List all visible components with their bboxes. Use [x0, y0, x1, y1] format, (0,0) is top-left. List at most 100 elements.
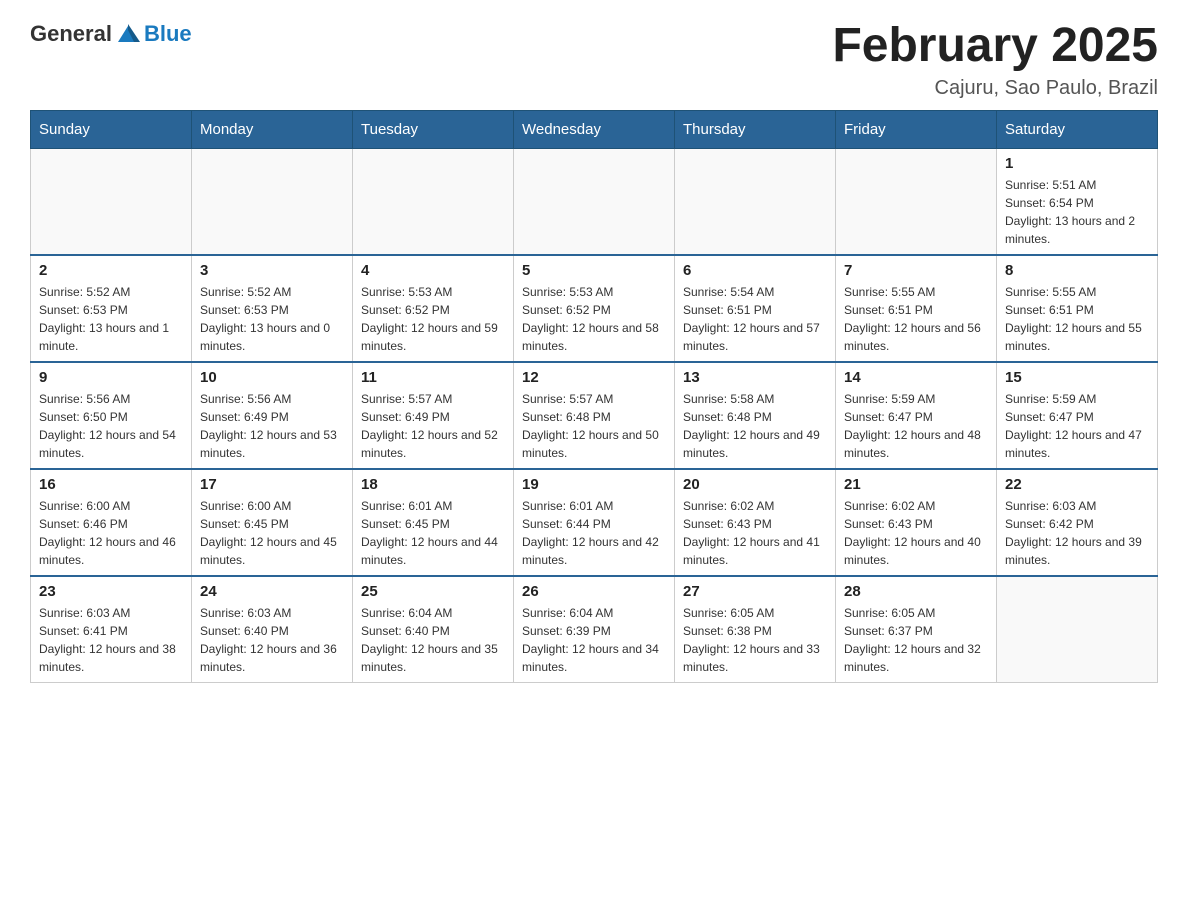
calendar-header-friday: Friday	[836, 110, 997, 148]
day-info: Sunrise: 5:56 AM Sunset: 6:50 PM Dayligh…	[39, 390, 183, 462]
calendar-day: 1 Sunrise: 5:51 AM Sunset: 6:54 PM Daylig…	[997, 148, 1158, 255]
calendar-day: 10 Sunrise: 5:56 AM Sunset: 6:49 PM Dayli…	[192, 362, 353, 469]
day-number: 12	[522, 369, 666, 386]
logo-text-blue: Blue	[144, 21, 192, 47]
calendar-day: 24 Sunrise: 6:03 AM Sunset: 6:40 PM Dayli…	[192, 576, 353, 683]
location: Cajuru, Sao Paulo, Brazil	[832, 77, 1158, 100]
calendar-day: 25Sunrise: 6:04 AM Sunset: 6:40 PM Dayli…	[353, 576, 514, 683]
day-number: 14	[844, 369, 988, 386]
calendar-header-row: SundayMondayTuesdayWednesdayThursdayFrid…	[31, 110, 1158, 148]
day-number: 20	[683, 476, 827, 493]
calendar-day: 28 Sunrise: 6:05 AM Sunset: 6:37 PM Dayli…	[836, 576, 997, 683]
day-info: Sunrise: 5:52 AM Sunset: 6:53 PM Dayligh…	[39, 283, 183, 355]
day-info: Sunrise: 5:57 AM Sunset: 6:48 PM Dayligh…	[522, 390, 666, 462]
day-info: Sunrise: 5:56 AM Sunset: 6:49 PM Dayligh…	[200, 390, 344, 462]
day-info: Sunrise: 6:05 AM Sunset: 6:38 PM Dayligh…	[683, 604, 827, 676]
calendar-header-tuesday: Tuesday	[353, 110, 514, 148]
calendar-day: 18 Sunrise: 6:01 AM Sunset: 6:45 PM Dayli…	[353, 469, 514, 576]
calendar-day: 19 Sunrise: 6:01 AM Sunset: 6:44 PM Dayli…	[514, 469, 675, 576]
calendar-day: 9 Sunrise: 5:56 AM Sunset: 6:50 PM Daylig…	[31, 362, 192, 469]
logo-text-general: General	[30, 21, 112, 47]
day-number: 9	[39, 369, 183, 386]
day-number: 22	[1005, 476, 1149, 493]
day-info: Sunrise: 5:58 AM Sunset: 6:48 PM Dayligh…	[683, 390, 827, 462]
day-number: 13	[683, 369, 827, 386]
day-number: 15	[1005, 369, 1149, 386]
logo: General Blue	[30, 20, 192, 48]
calendar-day: 15 Sunrise: 5:59 AM Sunset: 6:47 PM Dayli…	[997, 362, 1158, 469]
day-info: Sunrise: 6:03 AM Sunset: 6:42 PM Dayligh…	[1005, 497, 1149, 569]
day-number: 4	[361, 262, 505, 279]
day-number: 19	[522, 476, 666, 493]
title-section: February 2025 Cajuru, Sao Paulo, Brazil	[832, 20, 1158, 100]
day-number: 1	[1005, 155, 1149, 172]
day-number: 11	[361, 369, 505, 386]
calendar-header-wednesday: Wednesday	[514, 110, 675, 148]
day-number: 21	[844, 476, 988, 493]
day-number: 7	[844, 262, 988, 279]
day-number: 27	[683, 583, 827, 600]
calendar-day: 7 Sunrise: 5:55 AM Sunset: 6:51 PM Daylig…	[836, 255, 997, 362]
calendar-day: 22 Sunrise: 6:03 AM Sunset: 6:42 PM Dayli…	[997, 469, 1158, 576]
calendar-day: 12 Sunrise: 5:57 AM Sunset: 6:48 PM Dayli…	[514, 362, 675, 469]
calendar-header-saturday: Saturday	[997, 110, 1158, 148]
calendar-day	[192, 148, 353, 255]
day-info: Sunrise: 6:02 AM Sunset: 6:43 PM Dayligh…	[844, 497, 988, 569]
page-header: General Blue February 2025 Cajuru, Sao P…	[30, 20, 1158, 100]
day-info: Sunrise: 5:52 AM Sunset: 6:53 PM Dayligh…	[200, 283, 344, 355]
day-number: 5	[522, 262, 666, 279]
day-info: Sunrise: 5:55 AM Sunset: 6:51 PM Dayligh…	[1005, 283, 1149, 355]
day-number: 23	[39, 583, 183, 600]
calendar-day	[514, 148, 675, 255]
calendar-day: 27 Sunrise: 6:05 AM Sunset: 6:38 PM Dayli…	[675, 576, 836, 683]
day-info: Sunrise: 6:03 AM Sunset: 6:40 PM Dayligh…	[200, 604, 344, 676]
day-info: Sunrise: 5:59 AM Sunset: 6:47 PM Dayligh…	[844, 390, 988, 462]
calendar-header-thursday: Thursday	[675, 110, 836, 148]
day-info: Sunrise: 6:00 AM Sunset: 6:45 PM Dayligh…	[200, 497, 344, 569]
calendar-day: 13 Sunrise: 5:58 AM Sunset: 6:48 PM Dayli…	[675, 362, 836, 469]
calendar-header-monday: Monday	[192, 110, 353, 148]
calendar-day: 21 Sunrise: 6:02 AM Sunset: 6:43 PM Dayli…	[836, 469, 997, 576]
day-number: 6	[683, 262, 827, 279]
calendar-day: 3 Sunrise: 5:52 AM Sunset: 6:53 PM Daylig…	[192, 255, 353, 362]
calendar-day: 17Sunrise: 6:00 AM Sunset: 6:45 PM Dayli…	[192, 469, 353, 576]
day-info: Sunrise: 6:04 AM Sunset: 6:40 PM Dayligh…	[361, 604, 505, 676]
calendar-day	[997, 576, 1158, 683]
day-number: 26	[522, 583, 666, 600]
day-info: Sunrise: 6:01 AM Sunset: 6:44 PM Dayligh…	[522, 497, 666, 569]
day-number: 16	[39, 476, 183, 493]
calendar-day: 8Sunrise: 5:55 AM Sunset: 6:51 PM Daylig…	[997, 255, 1158, 362]
calendar-day: 23 Sunrise: 6:03 AM Sunset: 6:41 PM Dayli…	[31, 576, 192, 683]
calendar-day: 16 Sunrise: 6:00 AM Sunset: 6:46 PM Dayli…	[31, 469, 192, 576]
calendar-day	[353, 148, 514, 255]
day-number: 24	[200, 583, 344, 600]
calendar-day: 20 Sunrise: 6:02 AM Sunset: 6:43 PM Dayli…	[675, 469, 836, 576]
day-info: Sunrise: 6:01 AM Sunset: 6:45 PM Dayligh…	[361, 497, 505, 569]
day-info: Sunrise: 5:51 AM Sunset: 6:54 PM Dayligh…	[1005, 176, 1149, 248]
day-number: 28	[844, 583, 988, 600]
day-info: Sunrise: 5:59 AM Sunset: 6:47 PM Dayligh…	[1005, 390, 1149, 462]
day-info: Sunrise: 6:02 AM Sunset: 6:43 PM Dayligh…	[683, 497, 827, 569]
day-info: Sunrise: 6:05 AM Sunset: 6:37 PM Dayligh…	[844, 604, 988, 676]
calendar-day: 2Sunrise: 5:52 AM Sunset: 6:53 PM Daylig…	[31, 255, 192, 362]
day-info: Sunrise: 5:57 AM Sunset: 6:49 PM Dayligh…	[361, 390, 505, 462]
calendar-week-5: 23 Sunrise: 6:03 AM Sunset: 6:41 PM Dayli…	[31, 576, 1158, 683]
calendar-week-1: 1 Sunrise: 5:51 AM Sunset: 6:54 PM Daylig…	[31, 148, 1158, 255]
day-number: 3	[200, 262, 344, 279]
calendar: SundayMondayTuesdayWednesdayThursdayFrid…	[30, 110, 1158, 683]
calendar-header-sunday: Sunday	[31, 110, 192, 148]
day-number: 18	[361, 476, 505, 493]
day-info: Sunrise: 6:04 AM Sunset: 6:39 PM Dayligh…	[522, 604, 666, 676]
logo-icon	[114, 20, 142, 48]
calendar-day	[675, 148, 836, 255]
calendar-day: 26 Sunrise: 6:04 AM Sunset: 6:39 PM Dayli…	[514, 576, 675, 683]
day-info: Sunrise: 6:03 AM Sunset: 6:41 PM Dayligh…	[39, 604, 183, 676]
day-info: Sunrise: 6:00 AM Sunset: 6:46 PM Dayligh…	[39, 497, 183, 569]
day-number: 10	[200, 369, 344, 386]
day-info: Sunrise: 5:55 AM Sunset: 6:51 PM Dayligh…	[844, 283, 988, 355]
calendar-day: 14 Sunrise: 5:59 AM Sunset: 6:47 PM Dayli…	[836, 362, 997, 469]
calendar-week-4: 16 Sunrise: 6:00 AM Sunset: 6:46 PM Dayli…	[31, 469, 1158, 576]
calendar-day: 11 Sunrise: 5:57 AM Sunset: 6:49 PM Dayli…	[353, 362, 514, 469]
calendar-day	[31, 148, 192, 255]
day-info: Sunrise: 5:54 AM Sunset: 6:51 PM Dayligh…	[683, 283, 827, 355]
